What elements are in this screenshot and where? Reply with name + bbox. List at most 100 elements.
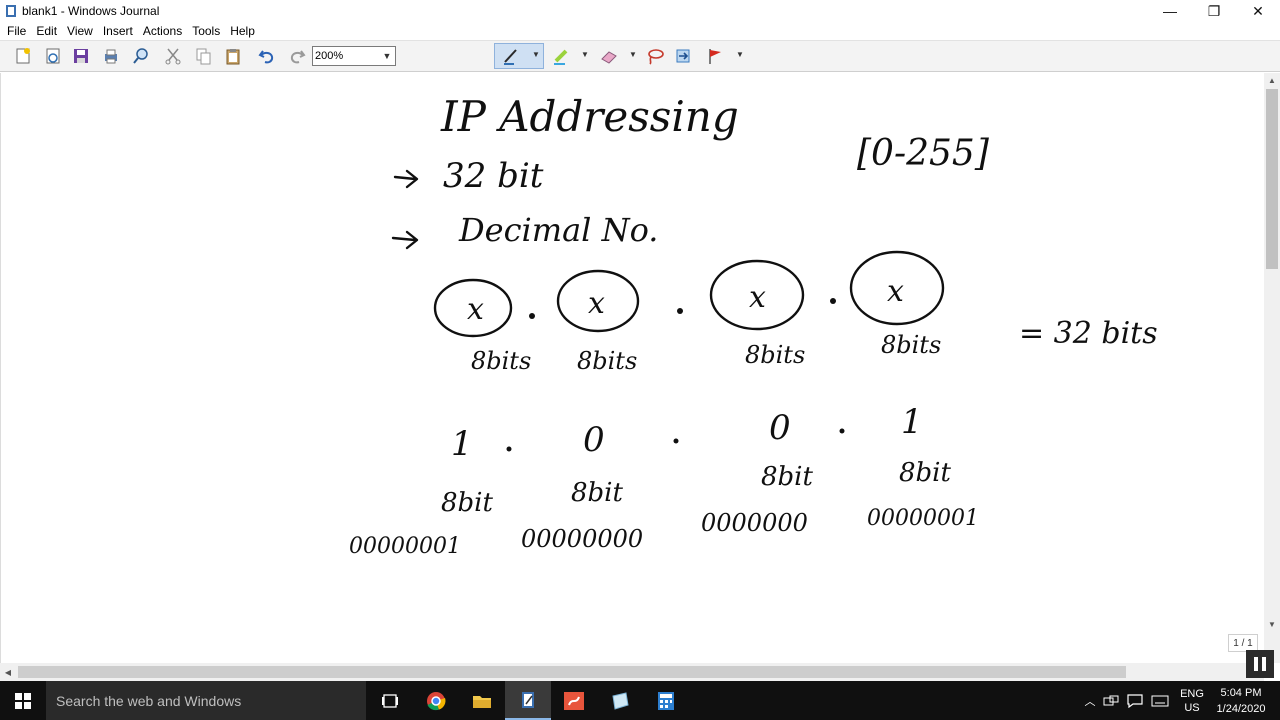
windows-start-button[interactable] xyxy=(0,681,46,720)
pen-dropdown-arrow[interactable]: ▼ xyxy=(532,50,540,59)
find-icon[interactable] xyxy=(130,45,152,67)
open-icon[interactable] xyxy=(42,45,64,67)
example-label-3: 8bit xyxy=(761,462,814,492)
insert-space-icon[interactable] xyxy=(672,45,694,67)
scroll-up-arrow[interactable]: ▲ xyxy=(1264,73,1280,87)
calculator-icon[interactable] xyxy=(643,681,689,720)
example-value-3: 0 xyxy=(769,408,791,448)
journal-app-icon xyxy=(6,5,16,17)
window-title: blank1 - Windows Journal xyxy=(22,4,160,18)
print-icon[interactable] xyxy=(100,45,122,67)
ink-layer: IP Addressing 32 bit [0-255] Decimal No.… xyxy=(349,92,1158,559)
minimize-button[interactable]: — xyxy=(1148,0,1192,22)
new-note-icon[interactable] xyxy=(12,45,34,67)
clock-date: 1/24/2020 xyxy=(1216,703,1266,715)
arrow-bullet-1 xyxy=(393,169,419,189)
octet-symbol-1: x xyxy=(467,292,484,327)
example-value-4: 1 xyxy=(901,402,923,442)
taskbar-search-placeholder: Search the web and Windows xyxy=(56,692,242,709)
highlighter-dropdown-arrow[interactable]: ▼ xyxy=(581,50,589,59)
menu-help[interactable]: Help xyxy=(225,24,260,38)
menu-file[interactable]: File xyxy=(2,24,31,38)
example-label-2: 8bit xyxy=(571,478,624,508)
octet-label-4: 8bits xyxy=(881,331,941,359)
zoom-select[interactable]: 200% ▼ xyxy=(312,46,396,66)
save-icon[interactable] xyxy=(70,45,92,67)
octet-label-1: 8bits xyxy=(471,347,531,375)
sticky-notes-icon[interactable] xyxy=(597,681,643,720)
dot-separator-3 xyxy=(830,298,836,304)
chrome-icon[interactable] xyxy=(413,681,459,720)
network-icon[interactable] xyxy=(1100,681,1122,720)
taskbar-search-box[interactable]: Search the web and Windows xyxy=(46,681,366,720)
lasso-icon[interactable] xyxy=(644,45,666,67)
copy-icon[interactable] xyxy=(192,45,214,67)
keyboard-icon[interactable] xyxy=(1148,681,1172,720)
redo-icon[interactable] xyxy=(286,45,308,67)
dot-separator-2 xyxy=(677,308,683,314)
octet-label-3: 8bits xyxy=(745,341,805,369)
binary-value-3: 0000000 xyxy=(701,509,808,537)
taskbar-clock[interactable]: 5:04 PM 1/24/2020 xyxy=(1212,685,1270,717)
example-label-1: 8bit xyxy=(441,488,494,518)
arrow-bullet-2 xyxy=(391,230,419,250)
note-total: = 32 bits xyxy=(1019,316,1158,351)
binary-value-1: 00000001 xyxy=(349,534,461,559)
scroll-down-arrow[interactable]: ▼ xyxy=(1264,617,1280,631)
file-explorer-icon[interactable] xyxy=(459,681,505,720)
close-button[interactable]: ✕ xyxy=(1236,0,1280,22)
pause-button[interactable] xyxy=(1246,650,1274,678)
task-view-icon[interactable] xyxy=(367,681,413,720)
menu-edit[interactable]: Edit xyxy=(31,24,62,38)
horizontal-scrollbar[interactable]: ◀ ▶ xyxy=(0,663,1264,681)
language-indicator[interactable]: ENG US xyxy=(1176,681,1208,720)
note-point-1: 32 bit xyxy=(443,156,544,196)
example-value-1: 1 xyxy=(451,424,473,464)
menu-tools[interactable]: Tools xyxy=(187,24,225,38)
menu-view[interactable]: View xyxy=(62,24,98,38)
menu-actions[interactable]: Actions xyxy=(138,24,187,38)
flag-dropdown-arrow[interactable]: ▼ xyxy=(736,50,744,59)
note-point-2: Decimal No. xyxy=(458,211,658,249)
octet-label-2: 8bits xyxy=(577,347,637,375)
eraser-icon[interactable] xyxy=(598,45,620,67)
example-dot-3 xyxy=(839,428,845,434)
pen-icon[interactable] xyxy=(500,45,522,67)
windows-journal-window: blank1 - Windows Journal — ❐ ✕ File Edit… xyxy=(0,0,1280,720)
vertical-scrollbar[interactable]: ▲ ▼ xyxy=(1264,73,1280,663)
binary-value-4: 00000001 xyxy=(867,506,979,531)
cut-icon[interactable] xyxy=(162,45,184,67)
note-range: [0-255] xyxy=(857,133,990,174)
dot-separator-1 xyxy=(529,313,535,319)
octet-symbol-2: x xyxy=(588,286,605,321)
paste-icon[interactable] xyxy=(222,45,244,67)
note-title: IP Addressing xyxy=(440,92,739,141)
language-region: US xyxy=(1184,701,1200,714)
undo-icon[interactable] xyxy=(256,45,278,67)
binary-value-2: 00000000 xyxy=(521,525,643,553)
taskbar: Search the web and Windows ︿ ENG US 5:04… xyxy=(0,681,1280,720)
flag-icon[interactable] xyxy=(704,45,726,67)
action-center-icon[interactable] xyxy=(1124,681,1146,720)
example-dot-2 xyxy=(673,438,679,444)
windows-journal-taskbar-icon[interactable] xyxy=(505,681,551,720)
windows-logo-icon xyxy=(15,692,31,709)
eraser-dropdown-arrow[interactable]: ▼ xyxy=(629,50,637,59)
example-dot-1 xyxy=(506,446,512,452)
vertical-scroll-thumb[interactable] xyxy=(1266,89,1278,269)
show-hidden-icons-chevron-up-icon[interactable]: ︿ xyxy=(1080,681,1100,720)
example-label-4: 8bit xyxy=(899,458,952,488)
language-code: ENG xyxy=(1180,687,1204,700)
menu-insert[interactable]: Insert xyxy=(98,24,138,38)
horizontal-scroll-thumb[interactable] xyxy=(18,666,1126,678)
octet-symbol-4: x xyxy=(887,274,904,309)
clock-time: 5:04 PM xyxy=(1220,687,1262,699)
note-canvas[interactable]: IP Addressing 32 bit [0-255] Decimal No.… xyxy=(0,73,1264,663)
title-bar: blank1 - Windows Journal — ❐ ✕ xyxy=(0,0,1280,22)
highlighter-icon[interactable] xyxy=(550,45,572,67)
restore-button[interactable]: ❐ xyxy=(1192,0,1236,22)
octet-symbol-3: x xyxy=(749,280,766,315)
chevron-down-icon: ▼ xyxy=(382,51,392,61)
scroll-left-arrow[interactable]: ◀ xyxy=(0,663,16,681)
screencast-app-icon[interactable] xyxy=(551,681,597,720)
